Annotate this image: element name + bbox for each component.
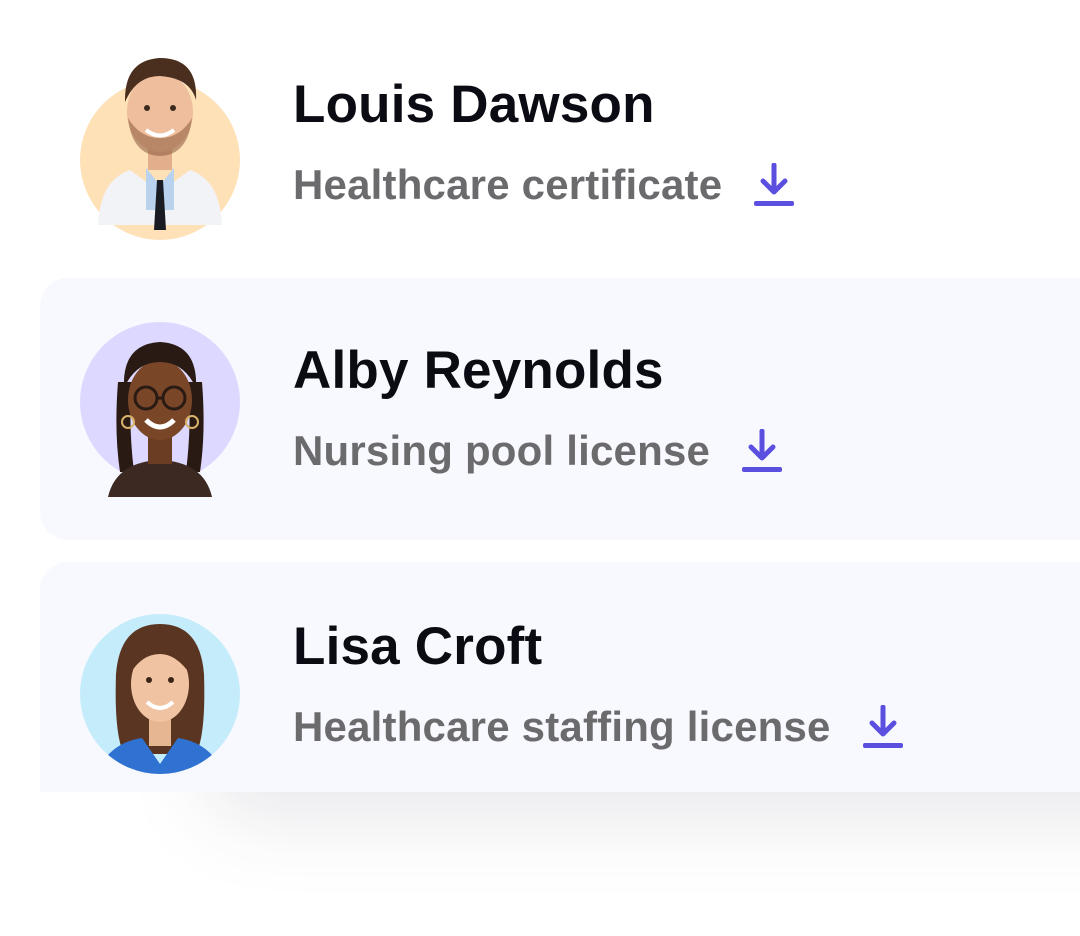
document-row: Nursing pool license [293, 427, 783, 475]
document-title: Nursing pool license [293, 427, 711, 474]
person-card-lisa-croft: Lisa Croft Healthcare staffing license [40, 562, 1080, 792]
download-icon[interactable] [754, 162, 795, 207]
person-card-alby-reynolds: Alby Reynolds Nursing pool license [40, 278, 1080, 540]
person-name: Lisa Croft [293, 617, 543, 676]
download-icon[interactable] [742, 428, 783, 473]
person-name: Louis Dawson [293, 75, 655, 134]
person-name: Alby Reynolds [293, 341, 664, 400]
document-title: Healthcare certificate [293, 161, 723, 208]
person-card-louis-dawson: Louis Dawson Healthcare certificate [40, 0, 1080, 256]
person-document-list: Louis Dawson Healthcare certificate Alby… [40, 0, 1080, 792]
avatar [80, 20, 240, 240]
document-row: Healthcare staffing license [293, 703, 903, 751]
document-row: Healthcare certificate [293, 161, 795, 209]
document-list-stage: Louis Dawson Healthcare certificate Alby… [0, 0, 1080, 936]
document-title: Healthcare staffing license [293, 703, 831, 750]
avatar [80, 614, 240, 774]
avatar [80, 322, 240, 497]
download-icon[interactable] [862, 704, 903, 749]
